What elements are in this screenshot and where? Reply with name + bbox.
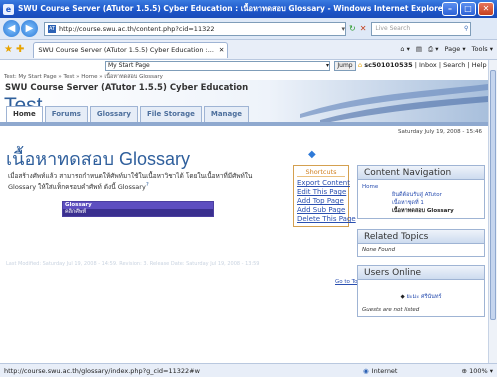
nav-divider — [0, 122, 488, 126]
address-toolbar: ◀ ▶ AT http://course.swu.ac.th/content.p… — [0, 18, 497, 40]
home-icon[interactable]: ⌂ ▾ — [400, 45, 409, 54]
jump-select[interactable]: My Start Page ▾ — [105, 61, 330, 71]
globe-icon: ◉ — [363, 366, 369, 375]
favorites-star-icon[interactable]: ★ — [4, 44, 13, 55]
favicon-icon: AT — [48, 24, 56, 33]
tab-close-icon[interactable]: ✕ — [219, 46, 224, 54]
add-top-page-link[interactable]: Add Top Page — [297, 197, 345, 206]
content-navigation-tree: Home ยินดีต้อนรับสู่ ATutor เนื้อหาชุดที… — [357, 180, 485, 219]
tools-menu[interactable]: Tools ▾ — [472, 45, 493, 54]
zone-label: Internet — [371, 366, 398, 375]
export-content-link[interactable]: Export Content — [297, 179, 350, 188]
ie-icon: e — [3, 3, 14, 15]
search-icon[interactable]: ⚲ — [464, 23, 470, 35]
chevron-down-icon: ▾ — [325, 62, 329, 69]
zoom-icon: ⊕ — [461, 366, 467, 375]
related-topics-empty: None Found — [362, 247, 396, 253]
sidebar: Content Navigation Home ยินดีต้อนรับสู่ … — [357, 165, 485, 317]
content-navigation-header[interactable]: Content Navigation — [357, 165, 485, 180]
description-text: เมื่อสร้างศัพท์แล้ว สามารถกำหนดให้ศัพท์ม… — [8, 172, 253, 192]
nav-item-welcome[interactable]: ยินดีต้อนรับสู่ ATutor — [362, 191, 480, 199]
tab-file-storage[interactable]: File Storage — [139, 106, 202, 122]
vertical-scrollbar[interactable] — [488, 60, 497, 363]
maximize-button[interactable]: □ — [460, 2, 476, 16]
page-title: เนื้อหาทดสอบ Glossary — [6, 149, 191, 169]
user-online-icon: ◆ — [400, 294, 405, 300]
shortcuts-box: Shortcuts Export Content Edit This Page … — [293, 165, 356, 227]
back-icon[interactable]: ◀ — [3, 20, 20, 37]
username: sc501010535 — [364, 61, 413, 69]
status-url: http://course.swu.ac.th/glossary/index.p… — [4, 366, 200, 375]
close-button[interactable]: ✕ — [478, 2, 494, 16]
online-user[interactable]: ◆ ยะมะ ศรีนันทร์ — [362, 283, 480, 307]
search-input[interactable]: Live Search ⚲ — [371, 21, 472, 36]
minimize-button[interactable]: – — [442, 2, 458, 16]
content-arrow-icon[interactable]: ◆ — [308, 149, 316, 160]
page-menu-label: Page — [444, 45, 461, 53]
dropdown-icon[interactable]: ▾ — [341, 25, 345, 33]
print-icon[interactable]: ⎙ ▾ — [428, 45, 439, 54]
address-text: http://course.swu.ac.th/content.php?cid=… — [59, 24, 215, 33]
tutor-top-bar: My Start Page ▾ Jump ⌂ sc501010535 | Inb… — [0, 60, 488, 72]
glossary-term-link[interactable]: ? — [146, 182, 149, 188]
zoom-level[interactable]: ⊕ 100% ▾ — [443, 367, 493, 375]
tab-manage[interactable]: Manage — [203, 106, 250, 122]
content-description: เมื่อสร้างศัพท์แล้ว สามารถกำหนดให้ศัพท์ม… — [8, 172, 258, 192]
glossary-tooltip-box: Glossary คลิกศัพท์ — [62, 201, 214, 217]
tab-glossary[interactable]: Glossary — [89, 106, 138, 122]
tab-row: ★ ✚ SWU Course Server (ATutor 1.5.5) Cyb… — [0, 40, 497, 60]
add-favorites-icon[interactable]: ✚ — [16, 44, 24, 55]
jump-select-value: My Start Page — [108, 62, 150, 69]
tab-title: SWU Course Server (ATutor 1.5.5) Cyber E… — [38, 46, 214, 54]
tab-forums[interactable]: Forums — [44, 106, 88, 122]
revision-info: Last Modified: Saturday Jul 19, 2008 - 1… — [6, 261, 260, 267]
header-swoosh-graphic — [300, 84, 488, 124]
edit-page-link[interactable]: Edit This Page — [297, 188, 346, 197]
nav-item-home[interactable]: Home — [362, 183, 480, 191]
user-links[interactable]: ⌂ sc501010535 | Inbox | Search | Help | … — [358, 61, 488, 69]
add-sub-page-link[interactable]: Add Sub Page — [297, 206, 345, 215]
refresh-icon[interactable]: ↻ — [349, 24, 356, 33]
security-zone: ◉ Internet — [363, 367, 443, 375]
stop-icon[interactable]: ✕ — [360, 24, 367, 33]
status-bar: http://course.swu.ac.th/glossary/index.p… — [0, 363, 497, 377]
guests-note: Guests are not listed — [362, 307, 420, 313]
browser-tab[interactable]: SWU Course Server (ATutor 1.5.5) Cyber E… — [33, 41, 229, 58]
tab-home[interactable]: Home — [6, 106, 43, 122]
page-content: My Start Page ▾ Jump ⌂ sc501010535 | Inb… — [0, 60, 488, 363]
shortcuts-title: Shortcuts — [297, 168, 345, 177]
related-topics-body: None Found — [357, 244, 485, 257]
glossary-row-title: Glossary — [63, 202, 213, 209]
jump-button[interactable]: Jump — [334, 61, 356, 71]
window-title: SWU Course Server (ATutor 1.5.5) Cyber E… — [18, 4, 442, 13]
related-topics-header[interactable]: Related Topics — [357, 229, 485, 244]
nav-item-content-1[interactable]: เนื้อหาชุดที่ 1 — [362, 199, 480, 207]
window-title-bar: e SWU Course Server (ATutor 1.5.5) Cyber… — [0, 0, 497, 18]
users-online-header[interactable]: Users Online — [357, 265, 485, 280]
glossary-row-term: คลิกศัพท์ — [63, 209, 213, 216]
site-name: SWU Course Server (ATutor 1.5.5) Cyber E… — [5, 83, 249, 93]
user-nav-links[interactable]: | Inbox | Search | Help | Log-out — [415, 61, 488, 69]
delete-page-link[interactable]: Delete This Page — [297, 215, 356, 224]
scrollbar-thumb[interactable] — [490, 70, 496, 320]
current-date: Saturday July 19, 2008 - 15:46 — [398, 129, 482, 135]
users-online-body: ◆ ยะมะ ศรีนันทร์ Guests are not listed — [357, 280, 485, 317]
page-menu[interactable]: Page ▾ — [445, 45, 466, 54]
nav-item-current[interactable]: เนื้อหาทดสอบ Glossary — [362, 207, 480, 215]
forward-icon[interactable]: ▶ — [21, 20, 38, 37]
user-icon: ⌂ — [358, 61, 363, 69]
feeds-icon[interactable]: ▤ — [416, 45, 422, 54]
zoom-value: 100% — [469, 366, 488, 375]
search-placeholder: Live Search — [375, 24, 411, 32]
online-user-name: ยะมะ ศรีนันทร์ — [406, 294, 442, 300]
course-nav-tabs: Home Forums Glossary File Storage Manage — [6, 106, 250, 122]
tools-menu-label: Tools — [471, 45, 488, 53]
address-bar[interactable]: AT http://course.swu.ac.th/content.php?c… — [44, 21, 346, 36]
